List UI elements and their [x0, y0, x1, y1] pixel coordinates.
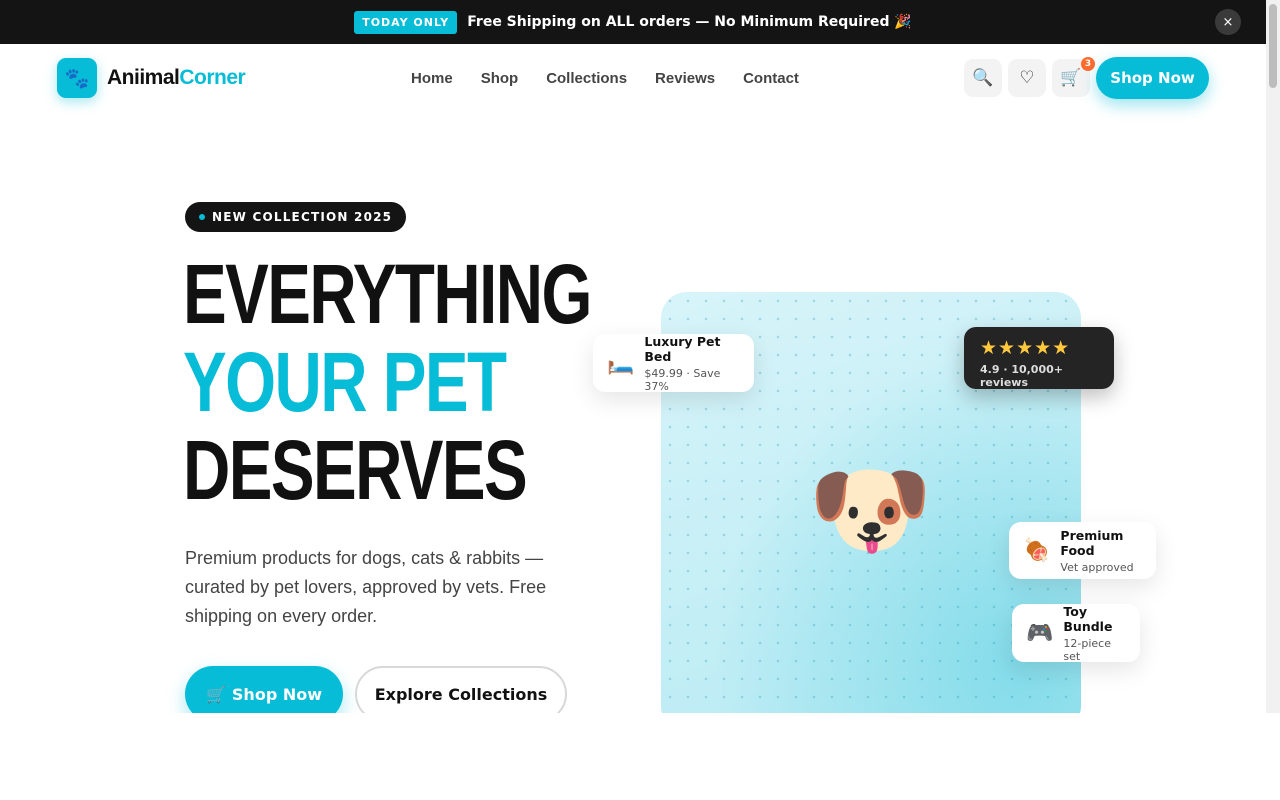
cart-button[interactable]: 🛒 3	[1052, 57, 1095, 97]
product-card-title: Toy Bundle	[1063, 603, 1113, 634]
logo-text-part1: Aniimal	[107, 66, 180, 89]
logo-text-part2: Corner	[179, 66, 246, 89]
headline-line-2: YOUR PET	[183, 335, 507, 429]
product-card-toy-bundle[interactable]: 🎮 Toy Bundle 12-piece set	[1012, 603, 1140, 663]
paw-icon: 🐾	[57, 58, 97, 98]
nav-home[interactable]: Home	[411, 70, 453, 87]
announcement-message: Free Shipping on ALL orders — No Minimum…	[467, 14, 912, 30]
bed-icon: 🛏️	[607, 350, 635, 376]
pill-dot	[199, 214, 205, 220]
hero-subtitle: Premium products for dogs, cats & rabbit…	[185, 548, 547, 626]
product-card-title: Luxury Pet Bed	[644, 333, 721, 364]
new-collection-pill: NEW COLLECTION 2025	[185, 202, 407, 232]
rating-text: 4.9 · 10,000+ reviews	[980, 363, 1063, 389]
hero-shop-now-label: Shop Now	[231, 684, 322, 704]
rating-card: ★★★★★ 4.9 · 10,000+ reviews	[964, 327, 1114, 389]
page-scrollbar[interactable]	[1266, 0, 1280, 713]
close-icon[interactable]: ×	[1215, 9, 1241, 35]
site-logo[interactable]: 🐾 AniimalCorner	[57, 58, 246, 98]
logo-wordmark: AniimalCorner	[107, 66, 246, 90]
today-only-badge: TODAY ONLY	[354, 10, 458, 34]
search-button[interactable]: 🔍	[964, 59, 1002, 97]
product-card-title: Premium Food	[1060, 527, 1124, 558]
product-card-subtitle: $49.99 · Save 37%	[644, 366, 721, 393]
wishlist-button[interactable]: ♡	[1008, 59, 1046, 97]
cart-count-badge: 3	[1081, 57, 1095, 71]
pill-label: NEW COLLECTION 2025	[212, 210, 393, 224]
heart-icon: ♡	[1019, 68, 1035, 88]
nav-shop[interactable]: Shop	[481, 70, 519, 87]
dog-icon: 🐶	[808, 451, 933, 568]
cart-icon: 🛒	[205, 684, 226, 704]
product-card-subtitle: 12-piece set	[1063, 636, 1111, 663]
cart-icon: 🛒	[1060, 68, 1082, 88]
hero-headline: EVERYTHING YOUR PET DESERVES	[183, 247, 592, 517]
product-card-subtitle: Vet approved	[1060, 560, 1134, 574]
gamepad-icon: 🎮	[1026, 620, 1054, 646]
star-rating-icon: ★★★★★	[980, 337, 1071, 359]
nav-reviews[interactable]: Reviews	[655, 70, 715, 87]
nav-collections[interactable]: Collections	[546, 70, 627, 87]
header-shop-now-button[interactable]: Shop Now	[1096, 57, 1209, 99]
scrollbar-thumb[interactable]	[1269, 4, 1277, 88]
announcement-bar: TODAY ONLY Free Shipping on ALL orders —…	[0, 0, 1266, 44]
meat-icon: 🍖	[1023, 538, 1051, 563]
viewport-bottom-area	[0, 713, 1280, 800]
search-icon: 🔍	[972, 68, 994, 88]
product-card-luxury-bed[interactable]: 🛏️ Luxury Pet Bed $49.99 · Save 37%	[593, 333, 754, 393]
main-nav: Home Shop Collections Reviews Contact	[411, 70, 799, 87]
headline-line-1: EVERYTHING	[183, 247, 592, 341]
product-card-premium-food[interactable]: 🍖 Premium Food Vet approved	[1009, 522, 1156, 579]
headline-line-3: DESERVES	[183, 423, 528, 517]
nav-contact[interactable]: Contact	[743, 70, 799, 87]
